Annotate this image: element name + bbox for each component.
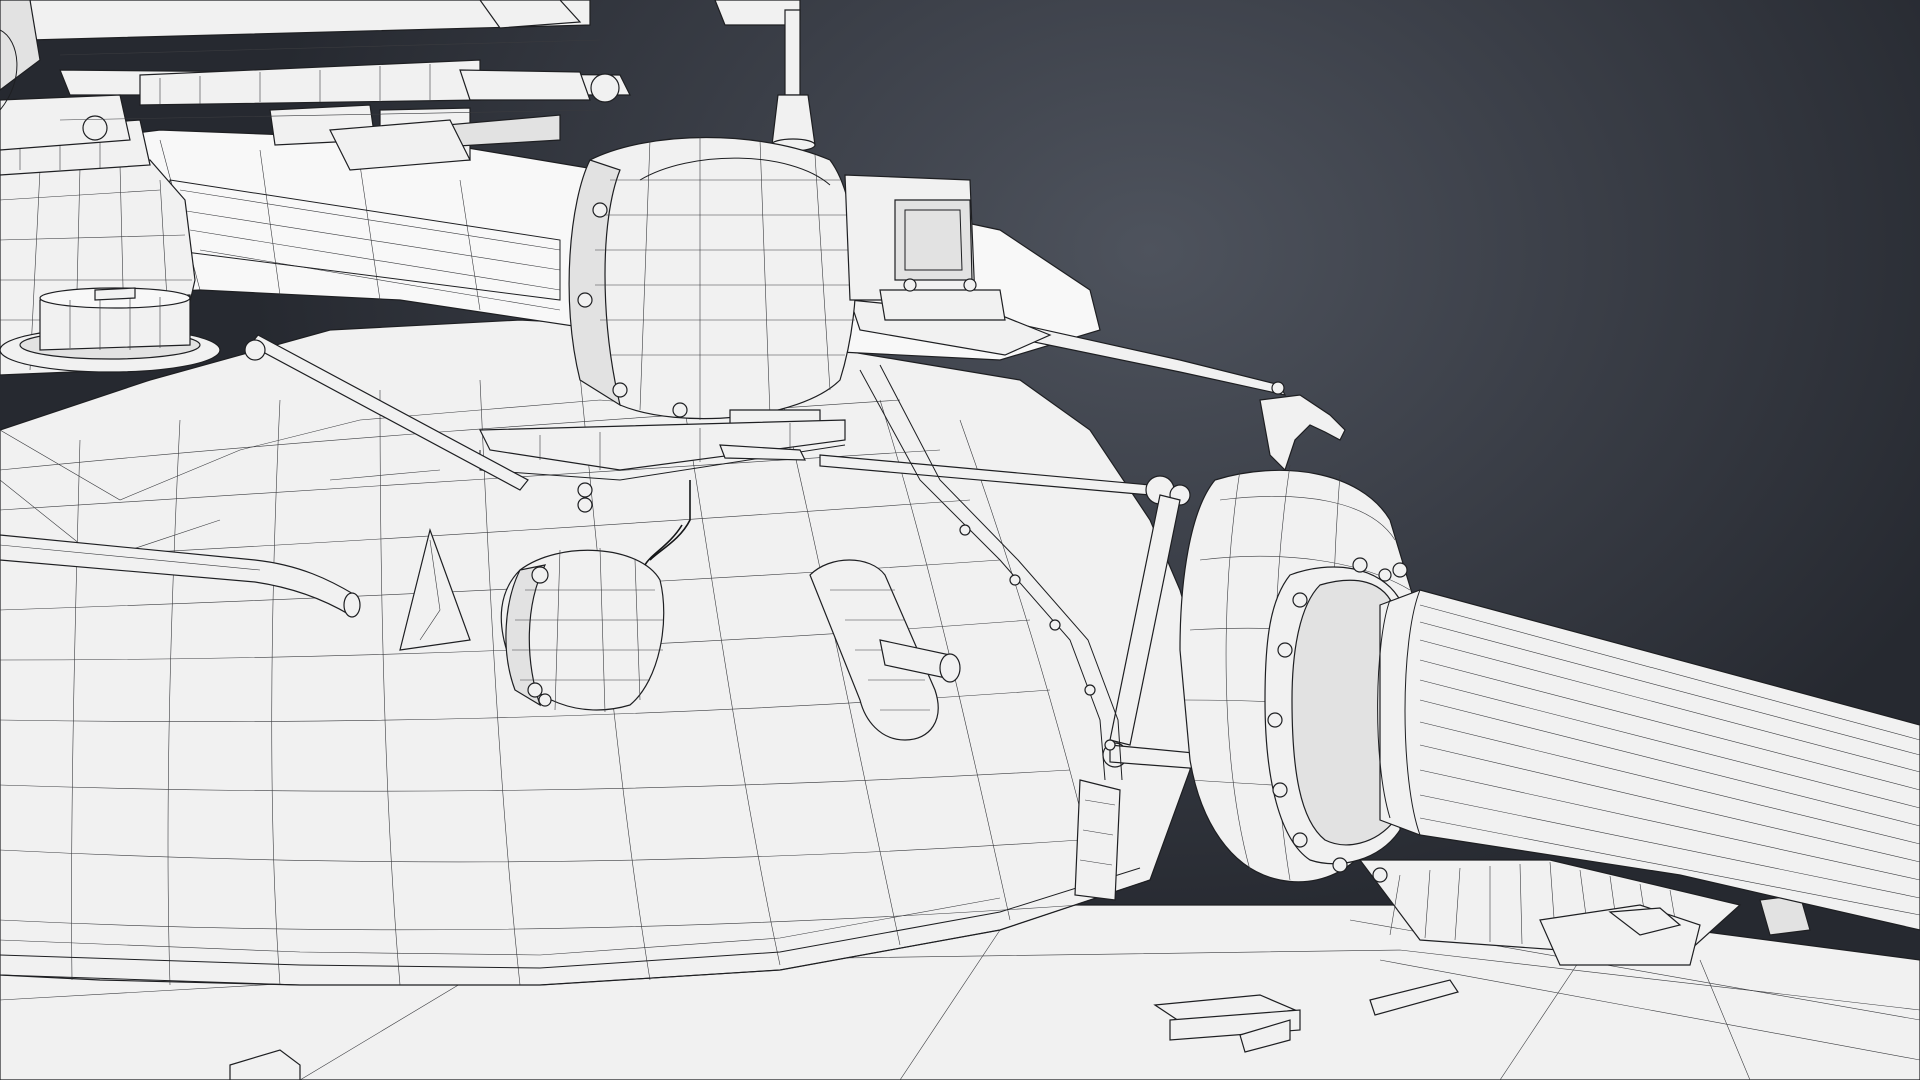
3d-viewport[interactable] — [0, 0, 1920, 1080]
wireframe-render — [0, 0, 1920, 1080]
antenna-mount — [714, 0, 816, 152]
